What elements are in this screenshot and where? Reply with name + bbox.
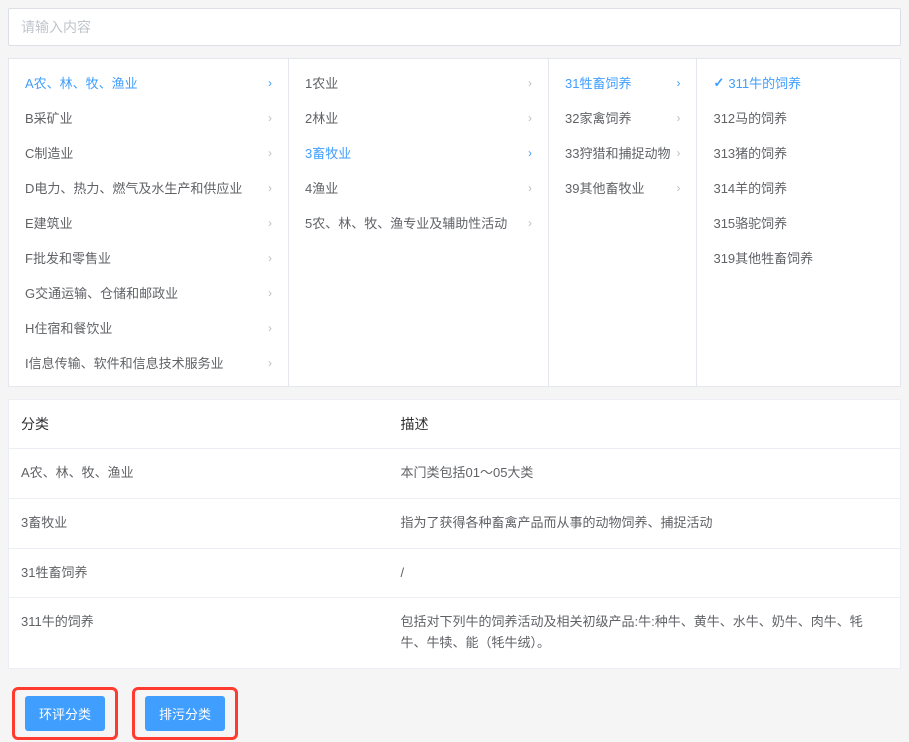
table-row: 3畜牧业指为了获得各种畜禽产品而从事的动物饲养、捕捉活动 xyxy=(9,498,901,548)
emission-classify-button[interactable]: 排污分类 xyxy=(145,696,225,731)
chevron-right-icon: › xyxy=(268,321,272,335)
search-input[interactable] xyxy=(17,13,892,41)
chevron-right-icon: › xyxy=(676,181,680,195)
cascade-item[interactable]: A农、林、牧、渔业 › xyxy=(9,65,288,100)
cascade-item[interactable]: 2林业 › xyxy=(289,100,548,135)
highlight-box: 排污分类 xyxy=(132,687,238,740)
cascade-item-label: 32家禽饲养 xyxy=(565,108,670,127)
highlight-box: 环评分类 xyxy=(12,687,118,740)
cascade-item-label: C制造业 xyxy=(25,143,262,162)
cascade-item[interactable]: 312马的饲养 xyxy=(697,100,857,135)
cascade-item[interactable]: D电力、热力、燃气及水生产和供应业 › xyxy=(9,170,288,205)
chevron-right-icon: › xyxy=(268,216,272,230)
cascade-item[interactable]: 32家禽饲养 › xyxy=(549,100,696,135)
category-cascade: A农、林、牧、渔业›B采矿业›C制造业›D电力、热力、燃气及水生产和供应业›E建… xyxy=(8,58,901,387)
chevron-right-icon: › xyxy=(528,181,532,195)
cascade-level-1: A农、林、牧、渔业›B采矿业›C制造业›D电力、热力、燃气及水生产和供应业›E建… xyxy=(9,59,289,386)
cascade-item-label: 33狩猎和捕捉动物 xyxy=(565,143,670,162)
cell-category: 311牛的饲养 xyxy=(9,598,389,669)
cascade-item[interactable]: ✓311牛的饲养 xyxy=(697,65,857,100)
cascade-item-label: 319其他牲畜饲养 xyxy=(713,248,841,267)
chevron-right-icon: › xyxy=(676,146,680,160)
cell-description: 本门类包括01～05大类 xyxy=(389,449,901,499)
action-button-bar: 环评分类 排污分类 xyxy=(0,669,909,742)
cascade-item-label: H住宿和餐饮业 xyxy=(25,318,262,337)
cascade-item[interactable]: G交通运输、仓储和邮政业 › xyxy=(9,275,288,310)
cascade-item[interactable]: 319其他牲畜饲养 xyxy=(697,240,857,275)
cascade-level-2: 1农业 › 2林业 › 3畜牧业 › 4渔业 › 5农、林、牧、渔专业及辅助性活动 › xyxy=(289,59,549,386)
cascade-item-label: 5农、林、牧、渔专业及辅助性活动 xyxy=(305,213,522,232)
cell-category: A农、林、牧、渔业 xyxy=(9,449,389,499)
cascade-item-label: G交通运输、仓储和邮政业 xyxy=(25,283,262,302)
chevron-right-icon: › xyxy=(676,111,680,125)
cascade-item[interactable]: 31牲畜饲养 › xyxy=(549,65,696,100)
cell-description: 包括对下列牛的饲养活动及相关初级产品:牛:种牛、黄牛、水牛、奶牛、肉牛、牦牛、牛… xyxy=(389,598,901,669)
chevron-right-icon: › xyxy=(528,76,532,90)
cascade-item[interactable]: 1农业 › xyxy=(289,65,548,100)
table-header-category: 分类 xyxy=(9,400,389,449)
cascade-item[interactable]: 315骆驼饲养 xyxy=(697,205,857,240)
chevron-right-icon: › xyxy=(268,251,272,265)
cascade-item[interactable]: H住宿和餐饮业 › xyxy=(9,310,288,345)
eia-classify-button[interactable]: 环评分类 xyxy=(25,696,105,731)
chevron-right-icon: › xyxy=(528,146,532,160)
chevron-right-icon: › xyxy=(268,146,272,160)
chevron-right-icon: › xyxy=(528,111,532,125)
cascade-item-label: 39其他畜牧业 xyxy=(565,178,670,197)
table-row: 31牲畜饲养/ xyxy=(9,548,901,598)
detail-table: 分类 描述 A农、林、牧、渔业本门类包括01～05大类3畜牧业指为了获得各种畜禽… xyxy=(8,399,901,669)
cascade-item[interactable]: 5农、林、牧、渔专业及辅助性活动 › xyxy=(289,205,548,240)
table-row: 311牛的饲养包括对下列牛的饲养活动及相关初级产品:牛:种牛、黄牛、水牛、奶牛、… xyxy=(9,598,901,669)
cascade-item[interactable]: 314羊的饲养 xyxy=(697,170,857,205)
cascade-item[interactable]: E建筑业 › xyxy=(9,205,288,240)
search-container xyxy=(8,8,901,46)
cascade-item[interactable]: 33狩猎和捕捉动物 › xyxy=(549,135,696,170)
cascade-item[interactable]: F批发和零售业 › xyxy=(9,240,288,275)
cascade-item-label: 312马的饲养 xyxy=(713,108,841,127)
cell-category: 3畜牧业 xyxy=(9,498,389,548)
cascade-level-3: 31牲畜饲养 › 32家禽饲养 › 33狩猎和捕捉动物 › 39其他畜牧业 › xyxy=(549,59,697,386)
cascade-item-label: 311牛的饲养 xyxy=(728,73,841,92)
cascade-item-label: 4渔业 xyxy=(305,178,522,197)
cascade-item-label: 31牲畜饲养 xyxy=(565,73,670,92)
table-row: A农、林、牧、渔业本门类包括01～05大类 xyxy=(9,449,901,499)
chevron-right-icon: › xyxy=(528,216,532,230)
cell-description: / xyxy=(389,548,901,598)
cascade-level-4: ✓311牛的饲养 312马的饲养 313猪的饲养 314羊的饲养 315骆驼饲养 319其… xyxy=(697,59,857,386)
chevron-right-icon: › xyxy=(268,76,272,90)
cascade-item-label: 313猪的饲养 xyxy=(713,143,841,162)
check-icon: ✓ xyxy=(713,75,724,91)
cascade-item[interactable]: 313猪的饲养 xyxy=(697,135,857,170)
cascade-item-label: 3畜牧业 xyxy=(305,143,522,162)
chevron-right-icon: › xyxy=(676,76,680,90)
cascade-item[interactable]: 4渔业 › xyxy=(289,170,548,205)
cell-description: 指为了获得各种畜禽产品而从事的动物饲养、捕捉活动 xyxy=(389,498,901,548)
cascade-item[interactable]: 3畜牧业 › xyxy=(289,135,548,170)
chevron-right-icon: › xyxy=(268,181,272,195)
cascade-item-label: B采矿业 xyxy=(25,108,262,127)
cascade-item-label: D电力、热力、燃气及水生产和供应业 xyxy=(25,178,262,197)
cascade-item-label: F批发和零售业 xyxy=(25,248,262,267)
chevron-right-icon: › xyxy=(268,286,272,300)
cascade-item[interactable]: B采矿业 › xyxy=(9,100,288,135)
table-header-description: 描述 xyxy=(389,400,901,449)
cascade-item-label: 314羊的饲养 xyxy=(713,178,841,197)
chevron-right-icon: › xyxy=(268,111,272,125)
cascade-item[interactable]: 39其他畜牧业 › xyxy=(549,170,696,205)
chevron-right-icon: › xyxy=(268,356,272,370)
cascade-item[interactable]: C制造业 › xyxy=(9,135,288,170)
cascade-item-label: I信息传输、软件和信息技术服务业 xyxy=(25,353,262,372)
cascade-item-label: A农、林、牧、渔业 xyxy=(25,73,262,92)
cascade-item-label: 2林业 xyxy=(305,108,522,127)
cascade-item[interactable]: I信息传输、软件和信息技术服务业 › xyxy=(9,345,288,380)
cascade-item-label: 1农业 xyxy=(305,73,522,92)
cascade-item-label: E建筑业 xyxy=(25,213,262,232)
cell-category: 31牲畜饲养 xyxy=(9,548,389,598)
cascade-item-label: 315骆驼饲养 xyxy=(713,213,841,232)
